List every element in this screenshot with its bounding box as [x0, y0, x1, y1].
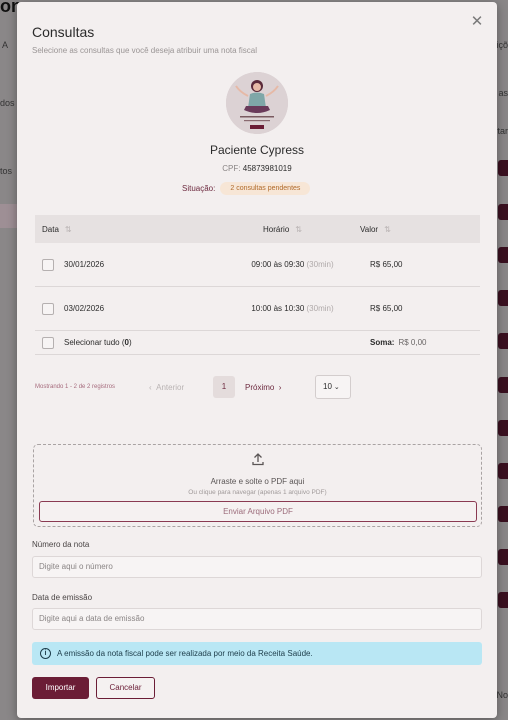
info-alert: i A emissão da nota fiscal pode ser real…	[32, 642, 482, 665]
row-date: 30/01/2026	[64, 260, 105, 269]
background-button	[498, 247, 508, 263]
sort-icon[interactable]: ⇅	[295, 225, 302, 234]
patient-avatar	[226, 72, 288, 134]
select-all-label[interactable]: Selecionar tudo (0)	[64, 338, 350, 347]
background-button	[498, 592, 508, 608]
background-button	[498, 549, 508, 565]
cpf-label: CPF:	[222, 164, 241, 173]
sort-icon[interactable]: ⇅	[65, 225, 72, 234]
background-button	[498, 290, 508, 306]
row-time: 09:00 às 09:30 (30min)	[251, 260, 334, 269]
row-value: R$ 65,00	[370, 260, 403, 269]
chevron-left-icon: ‹	[149, 383, 152, 392]
info-icon: i	[40, 648, 51, 659]
close-icon[interactable]: ✕	[469, 14, 485, 30]
table-row[interactable]: 30/01/2026 09:00 às 09:30 (30min) R$ 65,…	[35, 243, 480, 287]
next-page-button[interactable]: Próximo ›	[245, 383, 281, 392]
row-checkbox[interactable]	[42, 302, 54, 315]
column-header-time[interactable]: Horário ⇅	[225, 225, 340, 234]
row-duration: (30min)	[306, 304, 334, 313]
chevron-down-icon: ⌄	[333, 384, 340, 391]
records-count: Mostrando 1 - 2 de 2 registros	[35, 384, 116, 390]
background-left-text: dos	[0, 98, 15, 108]
row-value: R$ 65,00	[370, 304, 403, 313]
status-badge: 2 consultas pendentes	[220, 182, 311, 195]
background-button	[498, 420, 508, 436]
row-time: 10:00 às 10:30 (30min)	[251, 304, 334, 313]
status-label: Situação:	[182, 184, 216, 193]
background-selected-row	[0, 204, 17, 228]
table-row[interactable]: 03/02/2026 10:00 às 10:30 (30min) R$ 65,…	[35, 287, 480, 331]
modal-subtitle: Selecione as consultas que você deseja a…	[32, 46, 258, 55]
background-button	[498, 506, 508, 522]
dropzone-title: Arraste e solte o PDF aqui	[210, 477, 305, 486]
cancel-button[interactable]: Cancelar	[96, 677, 155, 699]
row-duration: (30min)	[306, 260, 334, 269]
consultations-table: Data ⇅ Horário ⇅ Valor ⇅ 30/01/2026 09:00 à…	[35, 215, 480, 355]
select-all-checkbox[interactable]	[42, 336, 54, 349]
send-pdf-button[interactable]: Enviar Arquivo PDF	[39, 501, 477, 522]
modal-title: Consultas	[32, 24, 95, 40]
consultas-modal: Consultas Selecione as consultas que voc…	[17, 2, 497, 718]
page-button-current[interactable]: 1	[213, 376, 235, 398]
import-button[interactable]: Importar	[32, 677, 89, 699]
invoice-number-label: Número da nota	[32, 540, 90, 549]
background-right-text: içõ	[496, 40, 508, 50]
background-button	[498, 333, 508, 349]
sum-total: Soma: R$ 0,00	[350, 338, 426, 347]
column-header-date[interactable]: Data ⇅	[35, 225, 225, 234]
sort-icon[interactable]: ⇅	[384, 225, 391, 234]
pagination: Mostrando 1 - 2 de 2 registros ‹ Anterio…	[35, 375, 480, 401]
upload-icon	[34, 452, 481, 471]
chevron-right-icon: ›	[278, 383, 282, 392]
background-button	[498, 463, 508, 479]
background-button	[498, 204, 508, 220]
dropzone-subtitle: Ou clique para navegar (apenas 1 arquivo…	[188, 489, 327, 496]
column-header-value[interactable]: Valor ⇅	[340, 225, 391, 234]
info-message: A emissão da nota fiscal pode ser realiz…	[57, 649, 313, 658]
sum-value: R$ 0,00	[398, 338, 427, 347]
background-left-text: A	[2, 40, 9, 50]
patient-name: Paciente Cypress	[209, 143, 305, 157]
sum-label: Soma:	[370, 338, 395, 347]
patient-status: Situação: 2 consultas pendentes	[182, 182, 311, 195]
table-header: Data ⇅ Horário ⇅ Valor ⇅	[35, 215, 480, 243]
row-date: 03/02/2026	[64, 304, 105, 313]
per-page-select[interactable]: 10 ⌄	[315, 375, 351, 399]
pdf-dropzone[interactable]: Arraste e solte o PDF aqui Ou clique par…	[33, 444, 482, 527]
cpf-value: 45873981019	[242, 164, 292, 173]
issue-date-input[interactable]: Digite aqui a data de emissão	[32, 608, 482, 630]
row-checkbox[interactable]	[42, 258, 54, 271]
table-footer: Selecionar tudo (0) Soma: R$ 0,00	[35, 331, 480, 355]
patient-cpf: CPF: 45873981019	[17, 164, 497, 173]
background-button	[498, 160, 508, 176]
invoice-number-input[interactable]: Digite aqui o número	[32, 556, 482, 578]
background-button	[498, 377, 508, 393]
background-left-text: tos	[0, 166, 13, 176]
previous-page-button[interactable]: ‹ Anterior	[149, 383, 184, 392]
issue-date-label: Data de emissão	[32, 593, 93, 602]
background-right-text: as	[498, 88, 508, 98]
